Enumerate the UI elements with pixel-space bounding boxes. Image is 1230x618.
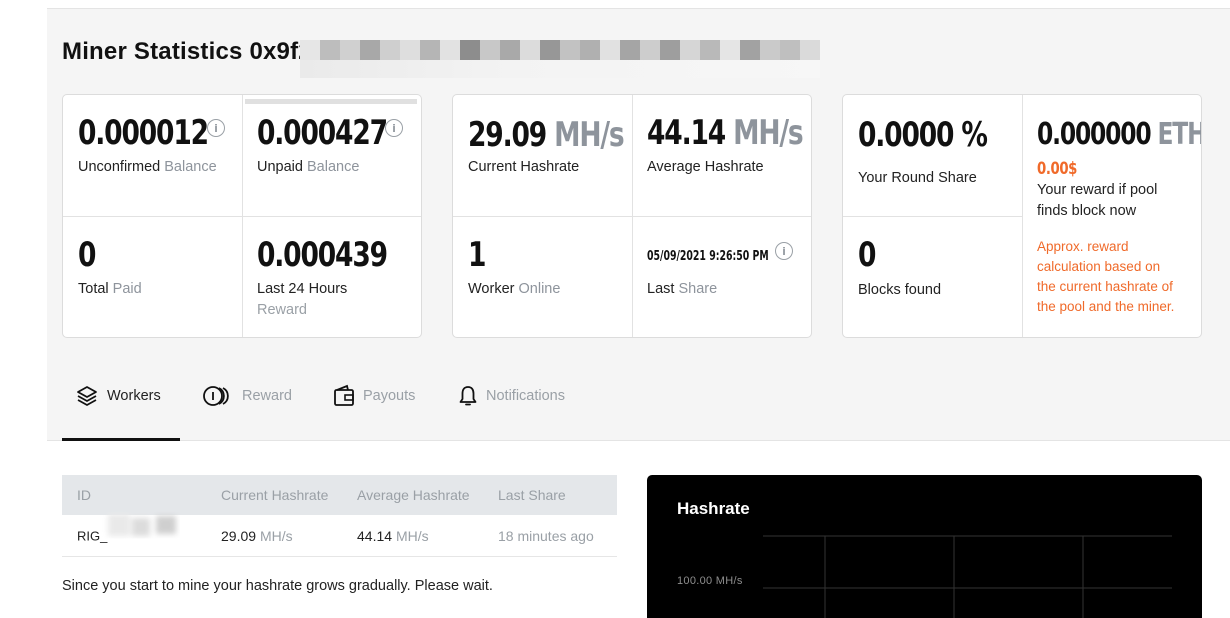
bell-icon — [459, 386, 477, 406]
last-share-label: Last Share — [647, 281, 718, 297]
page-title: Miner Statistics 0x9f2 — [62, 38, 312, 65]
unpaid-progress-track — [245, 99, 417, 104]
wallet-icon — [334, 384, 354, 406]
round-share-label: Your Round Share — [858, 170, 977, 186]
approx-note-1: Approx. reward — [1037, 239, 1129, 254]
pool-reward-label-2: finds block now — [1037, 203, 1137, 219]
current-hashrate-label: Current Hashrate — [468, 159, 580, 175]
active-tab-indicator — [62, 438, 180, 441]
worker-id-redaction — [108, 514, 176, 536]
last24-reward-sublabel: Reward — [257, 302, 307, 318]
column-header-last-share[interactable]: Last Share — [498, 487, 566, 503]
average-hashrate-label: Average Hashrate — [647, 159, 764, 175]
hashrate-chart: Hashrate 100.00 MH/s — [647, 475, 1202, 618]
unconfirmed-balance-label: Unconfirmed Balance — [78, 159, 217, 175]
tabs-divider — [47, 440, 1230, 441]
tab-payouts-label: Payouts — [363, 388, 416, 404]
tab-reward-label: Reward — [242, 388, 292, 404]
last24-reward-value: 0.000439 — [257, 235, 388, 275]
info-icon[interactable]: i — [385, 119, 403, 137]
chart-gridlines — [763, 535, 1172, 618]
pool-reward-label-1: Your reward if pool — [1037, 182, 1158, 198]
reward-card: 0.0000 % Your Round Share 0.000000 ETH 0… — [842, 94, 1202, 338]
column-header-current-hashrate[interactable]: Current Hashrate — [221, 487, 328, 503]
round-share-value: 0.0000 % — [858, 115, 988, 155]
last24-reward-label: Last 24 Hours — [257, 281, 348, 297]
tab-reward[interactable]: Reward — [202, 384, 292, 408]
workers-online-label: Worker Online — [468, 281, 561, 297]
column-header-id[interactable]: ID — [77, 487, 91, 503]
total-paid-label: Total Paid — [78, 281, 142, 297]
unconfirmed-balance-value: 0.000012 — [78, 113, 209, 153]
worker-last-share: 18 minutes ago — [498, 527, 594, 544]
pool-reward-value: 0.000000 ETH — [1037, 117, 1202, 152]
average-hashrate-value: 44.14 MH/s — [647, 113, 804, 153]
blocks-found-label: Blocks found — [858, 282, 942, 298]
tab-notifications-label: Notifications — [486, 388, 565, 404]
balance-card: 0.000012 i Unconfirmed Balance 0.000427 … — [62, 94, 422, 338]
info-icon[interactable]: i — [775, 242, 793, 260]
approx-note-3: the current hashrate of — [1037, 279, 1173, 294]
workers-online-value: 1 — [468, 235, 486, 275]
last-share-time: 05/09/2021 9:26:50 PM — [647, 249, 769, 264]
hashrate-card: 29.09 MH/s Current Hashrate 44.14 MH/s A… — [452, 94, 812, 338]
coins-icon — [203, 386, 229, 406]
address-redaction — [300, 40, 820, 78]
layers-icon — [77, 386, 97, 406]
hashrate-info-note: Since you start to mine your hashrate gr… — [62, 578, 493, 594]
tab-workers[interactable]: Workers — [75, 384, 161, 408]
worker-average-hashrate: 44.14 MH/s — [357, 527, 429, 544]
tab-workers-label: Workers — [107, 388, 161, 404]
tab-notifications[interactable]: Notifications — [458, 384, 565, 408]
pool-reward-usd: 0.00$ — [1037, 159, 1077, 179]
total-paid-value: 0 — [78, 235, 96, 275]
unpaid-balance-value: 0.000427 — [257, 113, 388, 153]
info-icon[interactable]: i — [207, 119, 225, 137]
approx-note-4: the pool and the miner. — [1037, 299, 1175, 314]
tab-payouts[interactable]: Payouts — [333, 384, 415, 408]
column-header-average-hashrate[interactable]: Average Hashrate — [357, 487, 470, 503]
worker-current-hashrate: 29.09 MH/s — [221, 527, 293, 544]
blocks-found-value: 0 — [858, 235, 876, 275]
approx-note-2: calculation based on — [1037, 259, 1161, 274]
unpaid-balance-label: Unpaid Balance — [257, 159, 360, 175]
current-hashrate-value: 29.09 MH/s — [468, 115, 625, 155]
